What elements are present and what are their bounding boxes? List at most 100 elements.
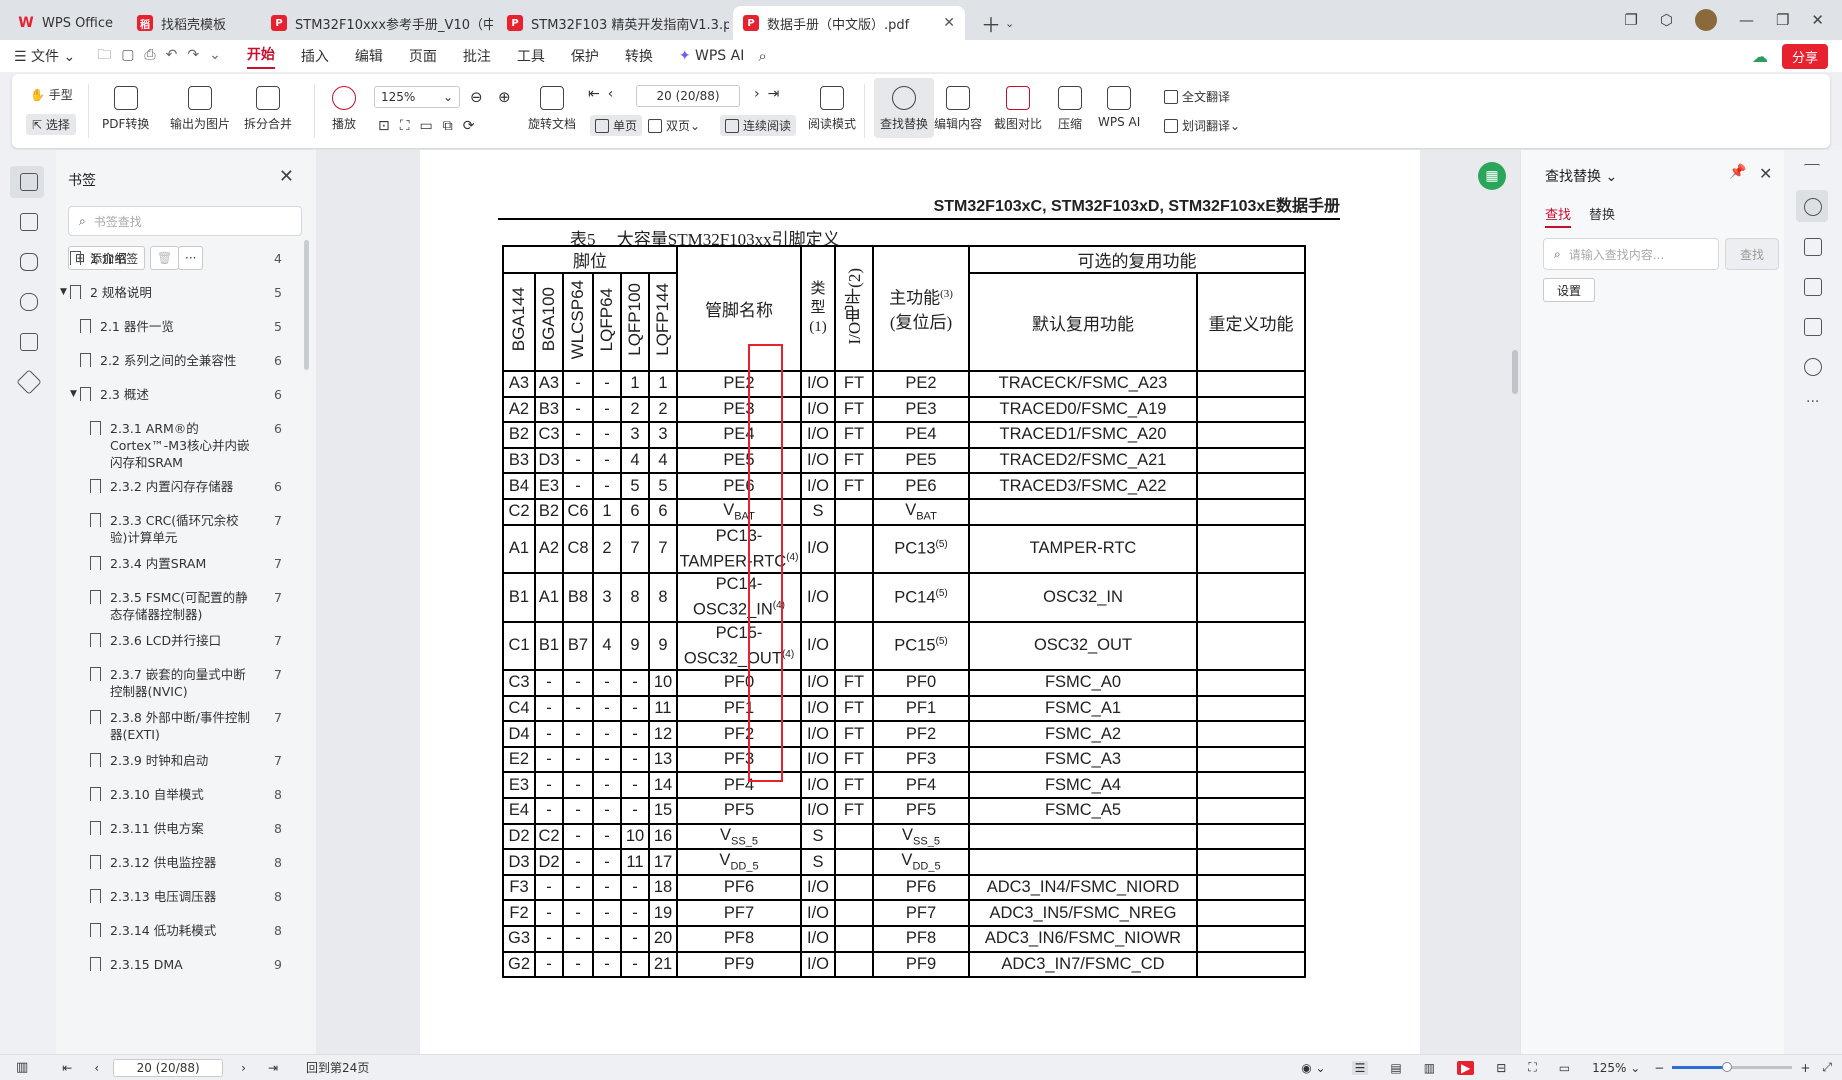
first-page-icon[interactable]: ⇤ [62,1061,72,1075]
more-icon[interactable]: ··· [1806,394,1819,410]
single-page-button[interactable]: 单页 [590,115,643,136]
expand-arrow-icon[interactable]: ▼ [70,386,77,403]
bookmark-scrollbar[interactable] [304,240,309,370]
zoom-in-button[interactable]: ⊕ [498,88,511,106]
close-icon[interactable]: ✕ [279,166,294,187]
tab-dev-guide[interactable]: P STM32F103 精英开发指南V1.3.pdf [497,6,729,40]
find-panel-title[interactable]: 查找替换 ⌄ [1545,166,1617,186]
edit-content-button[interactable]: 编辑内容 [934,86,982,132]
next-page-icon[interactable]: › [241,1061,246,1075]
thumbnail-icon[interactable] [20,213,38,231]
find-replace-button[interactable]: 查找替换 [874,78,935,138]
prev-page-icon[interactable]: ‹ [94,1061,99,1075]
continuous-read-button[interactable]: 连续阅读 [720,115,797,136]
find-input[interactable]: ⌕ 请输入查找内容... [1543,238,1719,270]
fit-page-icon[interactable]: ⛶ [1528,1060,1536,1075]
screenshot-compare-button[interactable]: 截图对比 [994,86,1042,132]
menu-edit[interactable]: 编辑 [355,46,383,66]
word-translate-button[interactable]: 划词翻译 ⌄ [1164,117,1240,134]
close-icon[interactable]: ✕ [933,15,955,31]
tab-reference-manual[interactable]: P STM32F10xxx参考手册_V10（中文版 [261,6,493,40]
bookmark-item[interactable]: 2.3.3 CRC(循环冗余校验)计算单元 7 [90,512,296,546]
cube-icon[interactable]: ⬡ [1660,11,1673,29]
single-page-status-icon[interactable]: ▤ [1390,1061,1401,1075]
menu-home[interactable]: 开始 [246,44,275,69]
tab-wps-office[interactable]: W WPS Office [8,6,123,40]
status-zoom-select[interactable]: 125% ⌄ [1592,1061,1640,1075]
window-close-icon[interactable]: ✕ [1811,11,1824,29]
eye-icon[interactable]: ◉ ⌄ [1301,1061,1325,1075]
bookmark-item[interactable]: 2.3.12 供电监控器 8 [90,854,296,871]
search-icon[interactable] [1804,198,1822,216]
menu-wps-ai[interactable]: ✦ WPS AI [679,48,745,64]
double-page-status-icon[interactable]: ▥ [1424,1061,1435,1075]
menu-tools[interactable]: 工具 [517,46,545,66]
bookmark-item[interactable]: 2.3.7 嵌套的向量式中断控制器(NVIC) 7 [90,666,296,700]
play-button[interactable]: 播放 [332,86,356,132]
bookmark-item[interactable]: ▼ 2.3 概述 6 [70,386,296,403]
search-icon[interactable]: ⌕ [758,47,766,65]
avatar[interactable] [1694,9,1717,31]
signature-icon[interactable] [20,333,38,351]
status-page-input[interactable]: 20 (20/88) [113,1058,224,1077]
first-prev-page-buttons[interactable]: ⇤‹ [588,86,621,102]
menu-convert[interactable]: 转换 [625,46,653,66]
menu-insert[interactable]: 插入 [301,46,329,66]
minimize-icon[interactable]: — [1739,11,1754,29]
bookmark-item[interactable]: 2.3.9 时钟和启动 7 [90,752,296,769]
continuous-status-icon[interactable]: ☰ [1351,1060,1369,1075]
back-to-page-link[interactable]: 回到第24页 [306,1059,369,1076]
last-page-icon[interactable]: ⇥ [268,1061,278,1075]
new-tab-button[interactable]: ＋ ⌄ [969,6,1014,40]
wps-ai-button[interactable]: WPS AI [1098,86,1140,129]
bookmark-item[interactable]: 2.3.5 FSMC(可配置的静态存储器控制器) 7 [90,589,296,623]
help-icon[interactable] [1804,358,1822,376]
next-last-page-buttons[interactable]: ›⇥ [754,86,787,102]
menu-page[interactable]: 页面 [409,46,437,66]
split-merge-button[interactable]: 拆分合并 [244,86,292,132]
fullscreen-icon[interactable]: ⤢ [1822,1060,1832,1075]
settings-button[interactable]: 设置 [1543,278,1595,302]
zoom-in-icon[interactable]: + [1800,1061,1810,1075]
bookmark-item[interactable]: 2.2 系列之间的全兼容性 6 [80,352,296,369]
layers-icon[interactable] [16,369,42,395]
document-scrollbar[interactable] [1510,150,1520,1054]
view-fit-buttons[interactable]: ⊡⛶▭⧉⟳ [378,118,485,134]
sidebar-toggle-icon[interactable]: ▥ [16,1060,28,1075]
tab-datasheet[interactable]: P 数据手册（中文版）.pdf ✕ [733,6,965,40]
bookmark-item[interactable]: 2.3.11 供电方案 8 [90,820,296,837]
bookmark-item[interactable]: 2.3.4 内置SRAM 7 [90,555,296,572]
pdf-convert-button[interactable]: PDF转换 [102,86,149,132]
bookmark-item[interactable]: 2.3.15 DMA 9 [90,956,296,973]
pin-icon[interactable]: 📌 [1729,164,1746,180]
tab-replace[interactable]: 替换 [1589,204,1615,223]
table-tool-floating-button[interactable]: ▦ [1478,162,1506,190]
attachment-icon[interactable] [20,293,38,311]
translate-rail-icon[interactable] [1804,238,1822,256]
expand-arrow-icon[interactable]: ▼ [60,284,67,301]
play-status-icon[interactable]: ▶ [1457,1060,1475,1075]
tab-find[interactable]: 查找 [1545,204,1572,228]
bookmark-item[interactable]: ▼ 2 规格说明 5 [60,284,296,301]
properties-icon[interactable] [1804,278,1822,296]
window-list-icon[interactable]: ❐ [1624,11,1637,29]
bookmark-item[interactable]: 2.1 器件一览 5 [80,318,296,335]
cloud-sync-icon[interactable]: ☁ [1752,47,1768,66]
rotate-doc-button[interactable]: 旋转文档 [528,86,576,132]
collapse-icon[interactable] [1804,164,1820,168]
bookmark-item[interactable]: 2.3.1 ARM®的Cortex™-M3核心并内嵌闪存和SRAM 6 [90,420,296,471]
bookmark-item[interactable]: 2.3.2 内置闪存存储器 6 [90,478,296,495]
bookmark-search-input[interactable]: ⌕ 书签查找 [68,206,302,236]
bookmark-item[interactable]: 2.3.13 电压调压器 8 [90,888,296,905]
quick-access-toolbar[interactable]: 🗀▢⎙↶↷⌄ [97,44,231,68]
zoom-slider-handle[interactable] [1722,1062,1733,1072]
double-page-button[interactable]: 双页 ⌄ [648,117,700,134]
compress-button[interactable]: 压缩 [1058,86,1082,132]
zoom-out-icon[interactable]: − [1654,1061,1664,1075]
page-number-input[interactable]: 20 (20/88) [636,85,740,107]
read-mode-button[interactable]: 阅读模式 [808,86,856,132]
comment-icon[interactable] [20,253,38,271]
bookmark-item[interactable]: 2.3.10 自举模式 8 [90,786,296,803]
bookmark-item[interactable]: 1 介绍 4 [70,250,296,267]
share-button[interactable]: 分享 [1781,43,1828,69]
